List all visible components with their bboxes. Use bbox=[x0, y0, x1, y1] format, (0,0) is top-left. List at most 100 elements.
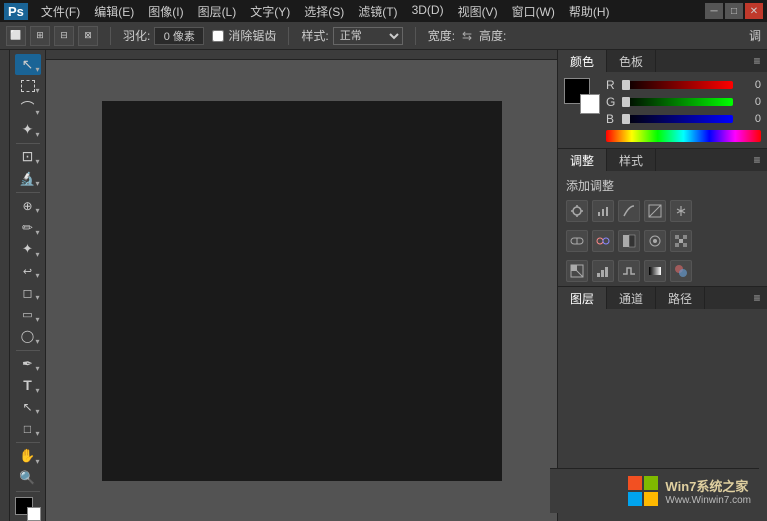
blue-slider-track[interactable] bbox=[622, 115, 733, 123]
antialias-group: 消除锯齿 bbox=[212, 27, 276, 44]
layers-panel-tabs: 图层 通道 路径 ≡ bbox=[558, 287, 767, 309]
menu-help[interactable]: 帮助(H) bbox=[562, 1, 617, 22]
curves-button[interactable] bbox=[618, 200, 640, 222]
title-bar: Ps 文件(F) 编辑(E) 图像(I) 图层(L) 文字(Y) 选择(S) 滤… bbox=[0, 0, 767, 22]
options-bar: ⬜ ⊞ ⊟ ⊠ 羽化: 消除锯齿 样式: 正常 固定比例 固定大小 宽度: ⇆ … bbox=[0, 22, 767, 50]
color-panel-menu-button[interactable]: ≡ bbox=[747, 50, 767, 72]
tab-paths[interactable]: 路径 bbox=[656, 287, 705, 309]
shape-button[interactable]: □ ▾ bbox=[15, 418, 41, 439]
background-color-swatch[interactable] bbox=[27, 507, 41, 521]
menu-text[interactable]: 文字(Y) bbox=[243, 1, 297, 22]
separator-2 bbox=[288, 27, 289, 45]
blue-slider-thumb[interactable] bbox=[622, 114, 630, 124]
gradientmap-button[interactable] bbox=[644, 260, 666, 282]
antialias-checkbox[interactable] bbox=[212, 30, 224, 42]
layers-panel-menu-button[interactable]: ≡ bbox=[747, 287, 767, 309]
menu-select[interactable]: 选择(S) bbox=[297, 1, 351, 22]
gradient-button[interactable]: ▭ ▾ bbox=[15, 304, 41, 325]
tab-layers[interactable]: 图层 bbox=[558, 287, 607, 309]
minimize-button[interactable]: ─ bbox=[705, 3, 723, 19]
menu-window[interactable]: 窗口(W) bbox=[505, 1, 562, 22]
close-button[interactable]: ✕ bbox=[745, 3, 763, 19]
menu-layer[interactable]: 图层(L) bbox=[191, 1, 244, 22]
swap-dimensions-icon[interactable]: ⇆ bbox=[459, 28, 475, 44]
maximize-button[interactable]: □ bbox=[725, 3, 743, 19]
subtract-selection-button[interactable]: ⊟ bbox=[54, 26, 74, 46]
adjust-button-group: 调 bbox=[749, 27, 761, 44]
menu-3d[interactable]: 3D(D) bbox=[405, 1, 451, 22]
menu-view[interactable]: 视图(V) bbox=[451, 1, 505, 22]
tool-arrow-9: ▾ bbox=[35, 250, 39, 259]
tab-styles[interactable]: 样式 bbox=[607, 149, 656, 171]
lasso-button[interactable]: ⌒ ▾ bbox=[15, 97, 41, 118]
layers-panel: 图层 通道 路径 ≡ bbox=[558, 287, 767, 476]
left-ruler bbox=[0, 50, 10, 521]
hsl-button[interactable] bbox=[566, 230, 588, 252]
add-adjust-label: 添加调整 bbox=[558, 171, 767, 196]
spectrum-bar[interactable] bbox=[606, 130, 761, 142]
adjust-panel-menu-button[interactable]: ≡ bbox=[747, 149, 767, 171]
clone-stamp-button[interactable]: ✦ ▾ bbox=[15, 239, 41, 260]
tab-adjustments[interactable]: 调整 bbox=[558, 149, 607, 171]
selectivecolor-button[interactable] bbox=[670, 260, 692, 282]
tab-swatches[interactable]: 色板 bbox=[607, 50, 656, 72]
fg-bg-swatches bbox=[564, 78, 600, 114]
path-select-button[interactable]: ↖ ▾ bbox=[15, 397, 41, 418]
red-slider-thumb[interactable] bbox=[622, 80, 630, 90]
channelmixer-button[interactable] bbox=[670, 230, 692, 252]
zoom-button[interactable]: 🔍 bbox=[15, 468, 41, 489]
intersect-selection-button[interactable]: ⊠ bbox=[78, 26, 98, 46]
hand-button[interactable]: ✋ ▾ bbox=[15, 446, 41, 467]
eraser-icon: ◻ bbox=[23, 286, 33, 300]
style-label: 样式: bbox=[301, 27, 328, 44]
posterize-button[interactable] bbox=[592, 260, 614, 282]
menu-filter[interactable]: 滤镜(T) bbox=[351, 1, 404, 22]
threshold-button[interactable] bbox=[618, 260, 640, 282]
move-tool-button[interactable]: ↖ ▾ bbox=[15, 54, 41, 75]
dodge-button[interactable]: ◯ ▾ bbox=[15, 326, 41, 347]
new-selection-button[interactable]: ⬜ bbox=[6, 26, 26, 46]
menu-image[interactable]: 图像(I) bbox=[141, 1, 190, 22]
style-select[interactable]: 正常 固定比例 固定大小 bbox=[333, 27, 403, 45]
add-selection-button[interactable]: ⊞ bbox=[30, 26, 50, 46]
pen-icon: ✒ bbox=[22, 356, 33, 372]
exposure-button[interactable] bbox=[644, 200, 666, 222]
colorbalance-button[interactable] bbox=[592, 230, 614, 252]
pen-button[interactable]: ✒ ▾ bbox=[15, 353, 41, 374]
bw-button[interactable] bbox=[618, 230, 640, 252]
brush-button[interactable]: ✏ ▾ bbox=[15, 217, 41, 238]
red-slider-track[interactable] bbox=[622, 81, 733, 89]
background-swatch[interactable] bbox=[580, 94, 600, 114]
vibrance-button[interactable] bbox=[670, 200, 692, 222]
windows-logo-icon bbox=[627, 475, 659, 507]
photofilter-button[interactable] bbox=[644, 230, 666, 252]
color-panel-content: R 0 G 0 bbox=[558, 72, 767, 148]
tab-color[interactable]: 颜色 bbox=[558, 50, 607, 72]
eyedropper-button[interactable]: 🔬 ▾ bbox=[15, 168, 41, 189]
shape-icon: □ bbox=[24, 422, 31, 436]
feather-input[interactable] bbox=[154, 27, 204, 45]
green-slider-track[interactable] bbox=[622, 98, 733, 106]
tab-channels[interactable]: 通道 bbox=[607, 287, 656, 309]
history-brush-button[interactable]: ↩ ▾ bbox=[15, 261, 41, 282]
magic-wand-button[interactable]: ✦ ▾ bbox=[15, 119, 41, 140]
canvas-container[interactable] bbox=[46, 60, 557, 521]
invert-button[interactable] bbox=[566, 260, 588, 282]
levels-button[interactable] bbox=[592, 200, 614, 222]
blue-row: B 0 bbox=[606, 112, 761, 126]
select-rect-button[interactable]: ▾ bbox=[15, 76, 41, 97]
menu-file[interactable]: 文件(F) bbox=[34, 1, 87, 22]
crop-button[interactable]: ⊡ ▾ bbox=[15, 147, 41, 168]
tool-sep-5 bbox=[16, 491, 40, 492]
g-value: 0 bbox=[737, 96, 761, 108]
watermark-area: Win7系统之家 Www.Winwin7.com bbox=[550, 468, 759, 513]
green-slider-thumb[interactable] bbox=[622, 97, 630, 107]
text-button[interactable]: T ▾ bbox=[15, 375, 41, 396]
spot-heal-button[interactable]: ⊕ ▾ bbox=[15, 196, 41, 217]
clone-stamp-icon: ✦ bbox=[22, 241, 33, 257]
brightness-button[interactable] bbox=[566, 200, 588, 222]
red-row: R 0 bbox=[606, 78, 761, 92]
menu-edit[interactable]: 编辑(E) bbox=[87, 1, 141, 22]
canvas[interactable] bbox=[102, 101, 502, 481]
eraser-button[interactable]: ◻ ▾ bbox=[15, 282, 41, 303]
